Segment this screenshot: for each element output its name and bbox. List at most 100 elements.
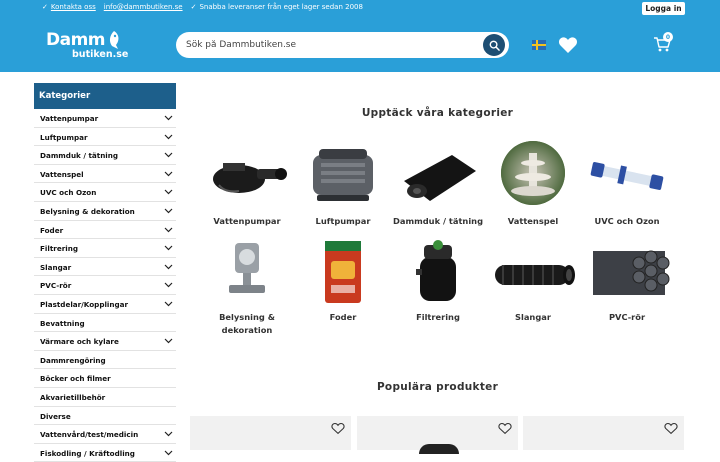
sidebar-category-label: PVC-rör (40, 281, 72, 291)
contact-link[interactable]: Kontakta oss (51, 3, 96, 11)
sidebar-category-item[interactable]: Böcker och filmer (34, 369, 176, 388)
expand-toggle[interactable] (164, 449, 173, 458)
category-card[interactable]: Vattenspel (485, 141, 581, 228)
sidebar-category-item[interactable]: Filtrering (34, 239, 176, 258)
product-card[interactable] (523, 416, 684, 450)
expand-toggle[interactable] (164, 244, 173, 253)
category-list: Vattenpumpar Luftpumpar Dammduk / tätning V… (34, 109, 176, 462)
expand-toggle[interactable] (164, 207, 173, 216)
sidebar-category-label: Foder (40, 225, 64, 235)
chevron-down-icon (164, 450, 173, 456)
expand-toggle[interactable] (164, 151, 173, 160)
search-input[interactable] (186, 37, 476, 53)
sidebar-category-item[interactable]: UVC och Ozon (34, 183, 176, 202)
category-label: Vattenspel (507, 216, 559, 226)
category-label: UVC och Ozon (594, 216, 660, 226)
sidebar-category-label: Plastdelar/Kopplingar (40, 299, 129, 309)
chevron-down-icon (164, 171, 173, 177)
sidebar-category-item[interactable]: Dammduk / tätning (34, 146, 176, 165)
expand-toggle[interactable] (164, 226, 173, 235)
sidebar-category-item[interactable]: Luftpumpar (34, 128, 176, 147)
wishlist-heart-icon[interactable] (664, 422, 678, 435)
top-links: ✓ Kontakta oss info@dammbutiken.se ✓ Snabb… (42, 3, 363, 11)
sidebar-category-label: Filtrering (40, 244, 78, 254)
category-label: Slangar (515, 312, 551, 322)
fish-logo-icon (109, 31, 119, 49)
expand-toggle[interactable] (164, 430, 173, 439)
search-button[interactable] (483, 34, 505, 56)
pond-filter-image (390, 237, 486, 307)
chevron-down-icon (164, 264, 173, 270)
header: Damm butiken.se 0 (0, 17, 720, 72)
fish-food-image (295, 237, 391, 307)
expand-toggle[interactable] (164, 281, 173, 290)
category-card[interactable]: Luftpumpar (295, 141, 391, 228)
sidebar-category-item[interactable]: Plastdelar/Kopplingar (34, 295, 176, 314)
fountain-image (485, 141, 581, 211)
sidebar-category-item[interactable]: Bevattning (34, 314, 176, 333)
expand-toggle[interactable] (164, 188, 173, 197)
logo-text-sub: butiken.se (72, 49, 129, 60)
sidebar-category-label: Vattenvård/test/medicin (40, 430, 139, 440)
category-label: Foder (329, 312, 357, 322)
chevron-down-icon (164, 282, 173, 288)
category-card[interactable]: Belysning & dekoration (199, 237, 295, 337)
sidebar-category-label: Fiskodling / Kräftodling (40, 448, 135, 458)
sidebar-category-label: Vattenspel (40, 169, 84, 179)
product-card[interactable] (357, 416, 518, 454)
sidebar-category-item[interactable]: Foder (34, 221, 176, 240)
sidebar-category-label: Bevattning (40, 318, 85, 328)
sidebar-category-label: Böcker och filmer (40, 374, 111, 384)
sidebar-category-label: Värmare och kylare (40, 337, 119, 347)
category-card[interactable]: PVC-rör (579, 237, 675, 324)
sidebar-category-item[interactable]: Vattenvård/test/medicin (34, 425, 176, 444)
sidebar-category-label: Diverse (40, 411, 71, 421)
chevron-down-icon (164, 245, 173, 251)
expand-toggle[interactable] (164, 263, 173, 272)
category-card[interactable]: Foder (295, 237, 391, 324)
category-label: Belysning & dekoration (219, 312, 275, 335)
sidebar-category-item[interactable]: Akvarietillbehör (34, 388, 176, 407)
product-card[interactable] (190, 416, 351, 450)
check-icon: ✓ (42, 3, 48, 11)
sidebar-category-item[interactable]: Vattenspel (34, 165, 176, 184)
sidebar-category-label: Dammduk / tätning (40, 151, 119, 161)
expand-toggle[interactable] (164, 170, 173, 179)
sidebar-category-item[interactable]: Diverse (34, 407, 176, 426)
sidebar-category-label: UVC och Ozon (40, 188, 97, 198)
sidebar-category-item[interactable]: Värmare och kylare (34, 332, 176, 351)
expand-toggle[interactable] (164, 300, 173, 309)
sidebar-category-item[interactable]: Dammrengöring (34, 351, 176, 370)
sidebar-category-label: Dammrengöring (40, 355, 106, 365)
wishlist-heart-icon[interactable] (331, 422, 345, 435)
sidebar-category-label: Akvarietillbehör (40, 392, 106, 402)
category-card[interactable]: UVC och Ozon (579, 141, 675, 228)
category-card[interactable]: Slangar (485, 237, 581, 324)
logo[interactable]: Damm butiken.se (46, 30, 129, 64)
swedish-flag-icon[interactable] (532, 40, 546, 50)
sidebar-category-item[interactable]: Slangar (34, 258, 176, 277)
sidebar-category-label: Vattenpumpar (40, 114, 99, 123)
category-card[interactable]: Vattenpumpar (199, 141, 295, 228)
sidebar-category-item[interactable]: Vattenpumpar (34, 109, 176, 128)
wishlist-heart-icon[interactable] (498, 422, 512, 435)
water-pump-image (199, 141, 295, 211)
sidebar-category-label: Luftpumpar (40, 132, 88, 142)
category-card[interactable]: Dammduk / tätning (390, 141, 486, 228)
sidebar-category-item[interactable]: PVC-rör (34, 276, 176, 295)
cart-count-badge: 0 (663, 32, 673, 42)
uvc-lamp-image (579, 141, 675, 211)
category-label: Vattenpumpar (213, 216, 281, 226)
chevron-down-icon (164, 431, 173, 437)
category-card[interactable]: Filtrering (390, 237, 486, 324)
expand-toggle[interactable] (164, 114, 173, 123)
wishlist-heart-icon[interactable] (558, 36, 578, 54)
delivery-info: ✓ Snabba leveranser från eget lager sedan… (191, 3, 363, 11)
expand-toggle[interactable] (164, 337, 173, 346)
sidebar-category-item[interactable]: Belysning & dekoration (34, 202, 176, 221)
login-button[interactable]: Logga in (642, 2, 685, 15)
expand-toggle[interactable] (164, 133, 173, 142)
sidebar-category-item[interactable]: Fiskodling / Kräftodling (34, 444, 176, 462)
email-link[interactable]: info@dammbutiken.se (104, 3, 183, 11)
search-bar (176, 32, 509, 58)
